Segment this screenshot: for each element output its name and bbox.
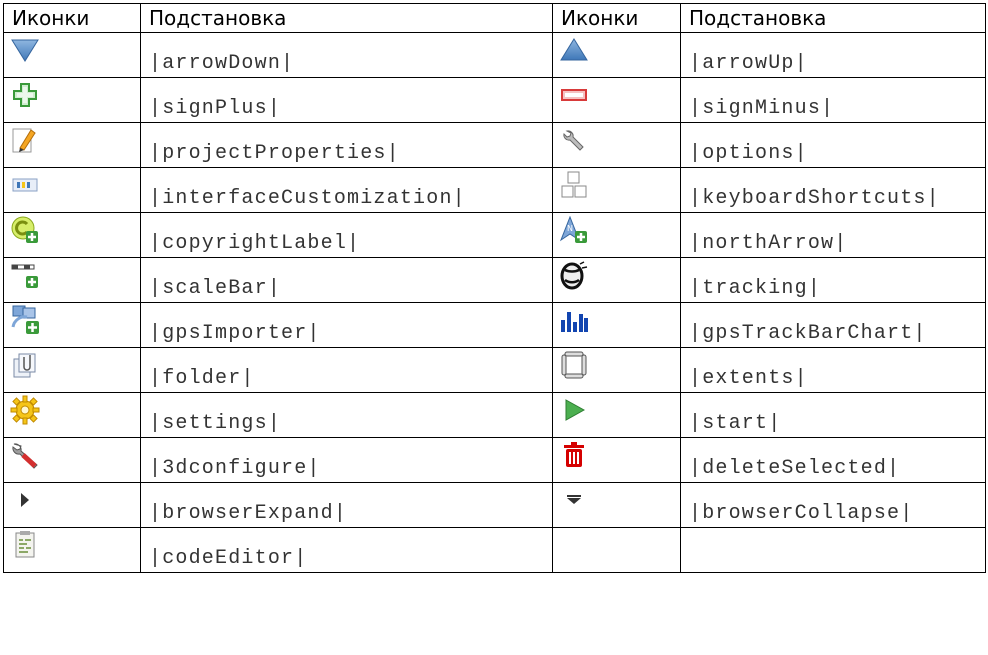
substitution-cell: |folder|: [140, 347, 553, 393]
substitution-cell: |gpsImporter|: [140, 302, 553, 348]
folder-icon: [10, 350, 40, 380]
tracking-icon: [559, 260, 589, 290]
table-row: |folder| |extents|: [3, 347, 986, 393]
substitution-cell: |browserCollapse|: [680, 482, 986, 528]
browser-collapse-icon: [559, 485, 589, 515]
substitution-cell: |arrowUp|: [680, 32, 986, 78]
table-row: |copyrightLabel| N |northArrow|: [3, 212, 986, 258]
empty-cell: [552, 527, 681, 573]
settings-icon: [10, 395, 40, 425]
substitution-cell: |arrowDown|: [140, 32, 553, 78]
header-substitution: Подстановка: [140, 3, 553, 33]
substitution-cell: |deleteSelected|: [680, 437, 986, 483]
arrow-up-icon: [559, 35, 589, 65]
header-substitution: Подстановка: [680, 3, 986, 33]
start-icon: [559, 395, 589, 425]
header-icons: Иконки: [3, 3, 141, 33]
table-row: |gpsImporter| |gpsTrackBarChart|: [3, 302, 986, 348]
table-row: |settings| |start|: [3, 392, 986, 438]
substitution-cell: |start|: [680, 392, 986, 438]
sign-plus-icon: [10, 80, 40, 110]
substitution-cell: |signPlus|: [140, 77, 553, 123]
substitution-cell: |copyrightLabel|: [140, 212, 553, 258]
substitution-cell: |gpsTrackBarChart|: [680, 302, 986, 348]
browser-expand-icon: [10, 485, 40, 515]
substitution-cell: |keyboardShortcuts|: [680, 167, 986, 213]
table-row: |browserExpand| |browserCollapse|: [3, 482, 986, 528]
substitution-cell: |settings|: [140, 392, 553, 438]
substitution-cell: |northArrow|: [680, 212, 986, 258]
substitution-cell: |signMinus|: [680, 77, 986, 123]
substitution-cell: |extents|: [680, 347, 986, 393]
table-row: |arrowDown| |arrowUp|: [3, 32, 986, 78]
table-row: |scaleBar| |tracking|: [3, 257, 986, 303]
project-properties-icon: [10, 125, 40, 155]
header-icons: Иконки: [552, 3, 681, 33]
code-editor-icon: [10, 530, 40, 560]
substitution-cell: |options|: [680, 122, 986, 168]
icon-substitution-table: Иконки Подстановка Иконки Подстановка |a…: [3, 3, 986, 573]
interface-customization-icon: [10, 170, 40, 200]
substitution-cell: |projectProperties|: [140, 122, 553, 168]
table-row: |3dconfigure| |deleteSelected|: [3, 437, 986, 483]
substitution-cell: |codeEditor|: [140, 527, 553, 573]
gps-importer-icon: [10, 305, 40, 335]
sign-minus-icon: [559, 80, 589, 110]
options-icon: [559, 125, 589, 155]
table-row: |codeEditor|: [3, 527, 986, 573]
substitution-cell: |3dconfigure|: [140, 437, 553, 483]
north-arrow-icon: N: [559, 215, 589, 245]
substitution-cell: |browserExpand|: [140, 482, 553, 528]
arrow-down-icon: [10, 35, 40, 65]
3d-configure-icon: [10, 440, 40, 470]
svg-text:N: N: [567, 224, 573, 233]
empty-cell: [680, 527, 986, 573]
table-row: |signPlus| |signMinus|: [3, 77, 986, 123]
table-row: |projectProperties| |options|: [3, 122, 986, 168]
table-row: |interfaceCustomization| |keyboardShortc…: [3, 167, 986, 213]
delete-selected-icon: [559, 440, 589, 470]
substitution-cell: |tracking|: [680, 257, 986, 303]
substitution-cell: |interfaceCustomization|: [140, 167, 553, 213]
gps-track-bar-chart-icon: [559, 305, 589, 335]
copyright-label-icon: [10, 215, 40, 245]
scale-bar-icon: [10, 260, 40, 290]
keyboard-shortcuts-icon: [559, 170, 589, 200]
extents-icon: [559, 350, 589, 380]
substitution-cell: |scaleBar|: [140, 257, 553, 303]
table-header-row: Иконки Подстановка Иконки Подстановка: [3, 3, 986, 33]
